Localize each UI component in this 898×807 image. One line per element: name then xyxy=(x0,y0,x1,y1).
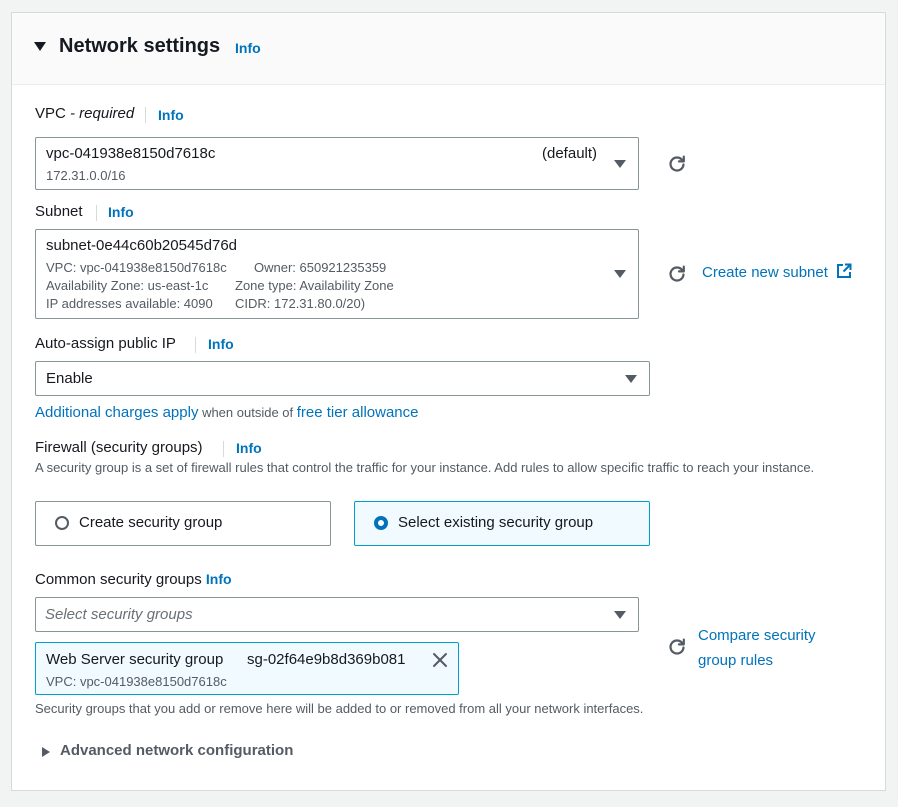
token-name: Web Server security group xyxy=(46,651,224,668)
advanced-network-configuration-toggle[interactable]: Advanced network configuration xyxy=(60,742,293,759)
section-title: Network settings xyxy=(59,35,221,57)
security-groups-note: Security groups that you add or remove h… xyxy=(35,701,644,716)
panel-header: Network settings Info xyxy=(12,13,885,85)
refresh-icon[interactable] xyxy=(667,264,687,284)
subnet-owner: Owner: 650921235359 xyxy=(254,260,387,275)
divider xyxy=(195,337,196,353)
refresh-icon[interactable] xyxy=(667,154,687,174)
common-sg-info-link[interactable]: Info xyxy=(206,571,232,587)
subnet-select[interactable]: subnet-0e44c60b20545d76d VPC: vpc-041938… xyxy=(35,229,639,319)
public-ip-info-link[interactable]: Info xyxy=(208,336,234,352)
charges-note: Additional charges apply when outside of… xyxy=(35,404,419,421)
security-groups-select[interactable]: Select security groups xyxy=(35,597,639,632)
triangle-down-icon xyxy=(614,270,626,278)
caret-down-icon[interactable] xyxy=(34,42,46,51)
subnet-info-link[interactable]: Info xyxy=(108,204,134,220)
section-info-link[interactable]: Info xyxy=(235,40,261,56)
radio-selected-icon[interactable] xyxy=(374,516,388,530)
required-indicator: - required xyxy=(65,105,135,122)
free-tier-link[interactable]: free tier allowance xyxy=(297,404,419,421)
triangle-down-icon xyxy=(614,160,626,168)
select-existing-security-group-label: Select existing security group xyxy=(398,514,594,531)
divider xyxy=(145,107,146,123)
public-ip-label: Auto-assign public IP xyxy=(35,335,176,352)
create-security-group-option[interactable]: Create security group xyxy=(35,501,331,546)
subnet-value: subnet-0e44c60b20545d76d xyxy=(46,237,238,254)
security-groups-placeholder: Select security groups xyxy=(45,606,193,623)
network-settings-panel: Network settings Info VPC - required Inf… xyxy=(11,12,886,791)
security-group-token: Web Server security group sg-02f64e9b8d3… xyxy=(35,642,459,695)
refresh-icon[interactable] xyxy=(667,637,687,657)
firewall-info-link[interactable]: Info xyxy=(236,440,262,456)
subnet-zone-type: Zone type: Availability Zone xyxy=(235,278,394,293)
subnet-label: Subnet xyxy=(35,203,83,220)
select-existing-security-group-option[interactable]: Select existing security group xyxy=(354,501,650,546)
divider xyxy=(223,441,224,457)
firewall-description: A security group is a set of firewall ru… xyxy=(35,460,815,475)
public-ip-select[interactable]: Enable xyxy=(35,361,650,396)
triangle-down-icon xyxy=(614,611,626,619)
triangle-down-icon xyxy=(625,375,637,383)
public-ip-value: Enable xyxy=(46,370,93,387)
close-icon[interactable] xyxy=(432,652,448,668)
vpc-select[interactable]: vpc-041938e8150d7618c (default) 172.31.0… xyxy=(35,137,639,190)
subnet-ip-available: IP addresses available: 4090 xyxy=(46,296,213,311)
create-security-group-label: Create security group xyxy=(79,514,223,531)
subnet-cidr: CIDR: 172.31.80.0/20) xyxy=(235,296,366,311)
divider xyxy=(96,205,97,221)
vpc-cidr: 172.31.0.0/16 xyxy=(46,168,126,183)
caret-right-icon[interactable] xyxy=(42,747,50,757)
token-vpc: VPC: vpc-041938e8150d7618c xyxy=(46,674,227,689)
radio-unselected-icon[interactable] xyxy=(55,516,69,530)
vpc-value: vpc-041938e8150d7618c xyxy=(46,145,216,162)
vpc-info-link[interactable]: Info xyxy=(158,107,184,123)
compare-security-group-rules-link[interactable]: Compare security group rules xyxy=(698,623,816,673)
external-link-icon xyxy=(837,263,852,278)
token-id: sg-02f64e9b8d369b081 xyxy=(247,651,406,668)
firewall-label: Firewall (security groups) xyxy=(35,439,203,456)
subnet-vpc: VPC: vpc-041938e8150d7618c xyxy=(46,260,227,275)
vpc-label: VPC - required xyxy=(35,105,135,122)
common-sg-label: Common security groups Info xyxy=(35,571,232,588)
create-new-subnet-link[interactable]: Create new subnet xyxy=(702,263,852,282)
additional-charges-link[interactable]: Additional charges apply xyxy=(35,404,198,421)
vpc-default-tag: (default) xyxy=(542,145,598,162)
subnet-az: Availability Zone: us-east-1c xyxy=(46,278,209,293)
